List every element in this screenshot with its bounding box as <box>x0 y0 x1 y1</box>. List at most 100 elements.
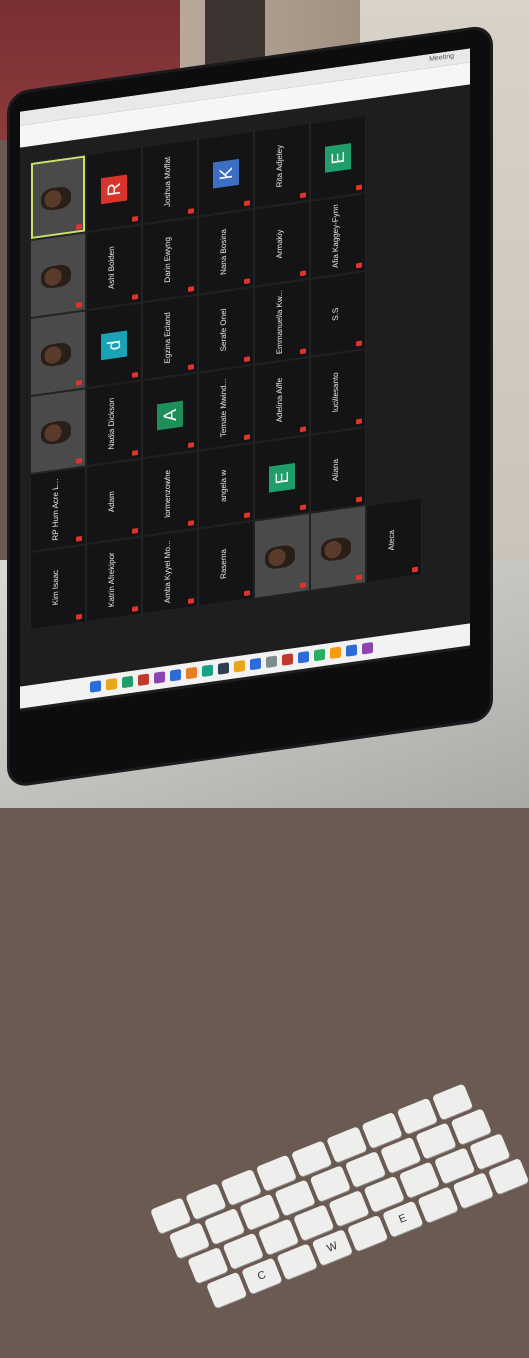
muted-mic-icon <box>356 340 362 347</box>
participant-tile[interactable]: Nana Bosina <box>198 208 254 295</box>
muted-mic-icon <box>300 348 306 355</box>
participant-tile[interactable]: Ateca <box>366 497 422 583</box>
meeting-screen: Meeting Kim Isaac RP Hum Acre L... Katrin … <box>20 48 470 712</box>
participant-tile[interactable]: angela w <box>198 442 254 529</box>
muted-mic-icon <box>76 535 82 542</box>
participant-name: Adelina Aiffe <box>275 377 284 423</box>
taskbar-app-icon[interactable] <box>362 641 373 655</box>
taskbar-app-icon[interactable] <box>330 646 341 660</box>
participant-tile[interactable] <box>30 310 86 397</box>
participant-tile[interactable]: Rita Adjeley <box>254 122 310 209</box>
participant-tile[interactable]: Nadia Dickson <box>86 380 142 467</box>
muted-mic-icon <box>76 379 82 386</box>
taskbar-app-icon[interactable] <box>106 677 117 691</box>
taskbar-app-icon[interactable] <box>170 668 181 682</box>
participant-name: Joshua Moffat <box>163 156 172 208</box>
participant-name: Emmanuella Kw... <box>275 289 284 355</box>
participant-tile[interactable]: E <box>310 114 366 201</box>
participant-video <box>41 341 71 368</box>
participant-tile[interactable]: A <box>142 372 198 459</box>
muted-mic-icon <box>300 504 306 511</box>
participant-tile[interactable] <box>30 388 86 475</box>
participant-name: Nadia Dickson <box>107 397 116 451</box>
participant-name: Amba Kyyel Mo... <box>163 539 172 604</box>
participant-name: Nana Bosina <box>219 228 228 276</box>
participant-name: Serafe Onel <box>219 308 228 352</box>
participant-name: S.S <box>331 307 340 322</box>
participant-tile[interactable]: S.S <box>310 270 366 357</box>
participant-tile[interactable]: Katrin Afrekipor <box>86 536 142 623</box>
participant-tile[interactable]: Armakiy <box>254 200 310 287</box>
participant-tile[interactable]: Adelina Aiffe <box>254 356 310 443</box>
participant-name: Temate Mwind... <box>219 378 228 438</box>
participant-avatar: A <box>157 400 183 431</box>
participant-tile[interactable]: lucillesanto <box>310 348 366 435</box>
muted-mic-icon <box>188 208 194 214</box>
participant-tile[interactable]: Joshua Moffat <box>142 138 198 225</box>
participant-tile[interactable]: Kim Isaac <box>30 544 86 631</box>
participant-tile[interactable]: K <box>198 130 254 217</box>
participant-tile[interactable] <box>254 512 310 599</box>
taskbar-app-icon[interactable] <box>250 657 261 671</box>
taskbar-app-icon[interactable] <box>234 659 245 673</box>
participant-avatar: R <box>101 174 127 205</box>
participant-name: Adam <box>107 490 116 513</box>
participant-name: RP Hum Acre L... <box>51 478 60 542</box>
muted-mic-icon <box>132 528 138 534</box>
participant-name: Rasema <box>219 548 228 580</box>
participant-name: Armakiy <box>275 229 284 260</box>
participant-name: Aliana <box>331 458 340 483</box>
participant-name: angela w <box>219 469 228 503</box>
muted-mic-icon <box>76 223 82 230</box>
participant-name: Afia Kaggey-Fynn <box>331 203 340 269</box>
participant-name: Ateca <box>387 529 396 552</box>
taskbar-app-icon[interactable] <box>298 650 309 664</box>
taskbar-app-icon[interactable] <box>186 666 197 680</box>
muted-mic-icon <box>76 457 82 464</box>
taskbar-app-icon[interactable] <box>202 664 213 678</box>
participant-tile[interactable] <box>310 504 366 591</box>
participant-tile[interactable]: Temate Mwind... <box>198 364 254 451</box>
taskbar-app-icon[interactable] <box>122 675 133 689</box>
participant-tile[interactable] <box>30 154 86 241</box>
muted-mic-icon <box>356 418 362 425</box>
taskbar-app-icon[interactable] <box>218 662 229 675</box>
participant-tile[interactable]: lormenzowhe <box>142 450 198 537</box>
muted-mic-icon <box>132 372 138 378</box>
participant-tile[interactable]: Darin Ewyng <box>142 216 198 303</box>
muted-mic-icon <box>244 278 250 285</box>
participant-tile[interactable]: Egzina Ecland <box>142 294 198 381</box>
participant-tile[interactable]: Serafe Onel <box>198 286 254 373</box>
participant-tile[interactable]: Rasema <box>198 520 254 607</box>
participant-tile[interactable]: Ashl Bolden <box>86 224 142 311</box>
participant-tile[interactable]: Afia Kaggey-Fynn <box>310 192 366 279</box>
participant-tile[interactable]: Aliana <box>310 426 366 513</box>
tablet-bezel: Meeting Kim Isaac RP Hum Acre L... Katrin … <box>10 27 490 785</box>
participant-avatar: K <box>213 158 239 189</box>
participant-grid: Kim Isaac RP Hum Acre L... Katrin Afrekipo… <box>30 114 470 631</box>
taskbar-app-icon[interactable] <box>90 680 101 693</box>
participant-tile[interactable]: RP Hum Acre L... <box>30 466 86 553</box>
participant-tile[interactable]: Amba Kyyel Mo... <box>142 528 198 615</box>
participant-tile[interactable]: E <box>254 434 310 521</box>
participant-video <box>41 185 71 212</box>
participant-tile[interactable]: Adam <box>86 458 142 545</box>
participant-video <box>321 536 351 563</box>
taskbar-app-icon[interactable] <box>154 671 165 684</box>
participant-name: Egzina Ecland <box>163 311 172 365</box>
participant-tile[interactable]: Emmanuella Kw... <box>254 278 310 365</box>
participant-tile[interactable] <box>30 232 86 319</box>
muted-mic-icon <box>188 520 194 526</box>
participant-tile[interactable]: d <box>86 302 142 389</box>
taskbar-app-icon[interactable] <box>282 653 293 666</box>
muted-mic-icon <box>356 496 362 503</box>
taskbar-app-icon[interactable] <box>138 673 149 687</box>
muted-mic-icon <box>412 566 418 573</box>
muted-mic-icon <box>188 442 194 448</box>
taskbar-app-icon[interactable] <box>266 655 277 669</box>
taskbar-app-icon[interactable] <box>346 644 357 657</box>
taskbar-app-icon[interactable] <box>314 648 325 662</box>
participant-tile[interactable]: R <box>86 146 142 233</box>
muted-mic-icon <box>300 582 306 589</box>
participant-avatar: E <box>269 462 295 493</box>
